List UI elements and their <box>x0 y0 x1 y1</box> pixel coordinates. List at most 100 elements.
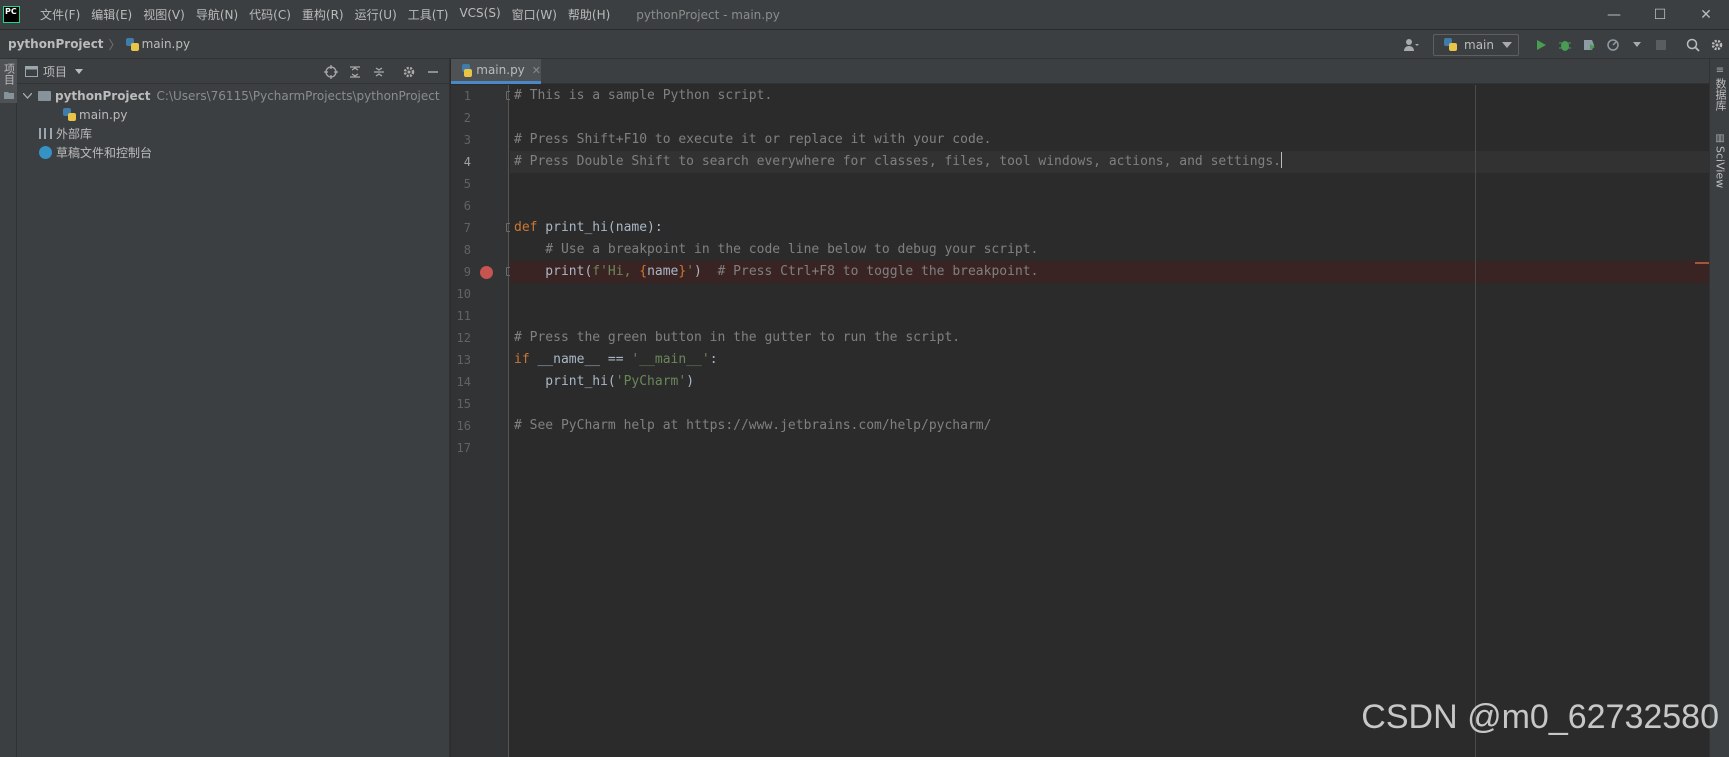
breadcrumb-file[interactable]: main.py <box>142 37 191 51</box>
tab-label: main.py <box>476 63 525 77</box>
project-tool-window-tab[interactable]: 项目 <box>0 59 17 103</box>
chevron-down-icon[interactable] <box>23 92 32 99</box>
tab-main-py[interactable]: main.py ✕ <box>451 59 541 84</box>
run-with-coverage-icon[interactable] <box>1577 33 1601 57</box>
string: 'PyCharm' <box>615 374 687 389</box>
editor-gutter[interactable]: 1 2 3 4 5 6 7 8 9 10 11 12 13 14 15 16 1… <box>451 85 515 757</box>
error-stripe-mark[interactable] <box>1695 262 1709 264</box>
python-file-icon <box>63 108 76 121</box>
menu-edit[interactable]: 编辑(E) <box>91 6 132 23</box>
menu-view[interactable]: 视图(V) <box>143 6 185 23</box>
database-tool-window-tab[interactable]: ≡ 数据库 <box>1710 59 1729 117</box>
code-line-4[interactable]: # Press Double Shift to search everywher… <box>510 151 1709 173</box>
sciview-tool-window-tab[interactable]: ▥ SciView <box>1710 127 1729 194</box>
code-editor[interactable]: # This is a sample Python script. # Pres… <box>510 85 1709 757</box>
breadcrumb-separator: 〉 <box>108 37 121 52</box>
tree-item-project-root[interactable]: pythonProject C:\Users\76115\PycharmProj… <box>17 86 449 105</box>
toolbar-right: main <box>1399 30 1729 59</box>
code-text: name <box>647 264 679 279</box>
code-line-8[interactable]: # Use a breakpoint in the code line belo… <box>510 239 1709 261</box>
breadcrumb-project[interactable]: pythonProject <box>8 37 104 51</box>
keyword: def <box>514 220 538 235</box>
keyword: if <box>514 352 530 367</box>
menu-run[interactable]: 运行(U) <box>355 6 397 23</box>
project-view-icon <box>25 65 38 77</box>
stop-icon[interactable] <box>1649 33 1673 57</box>
comment: # Press Double Shift to search everywher… <box>514 154 1282 169</box>
database-icon: ≡ <box>1715 65 1725 76</box>
code-line-16[interactable]: # See PyCharm help at https://www.jetbra… <box>510 415 1709 437</box>
more-run-options-icon[interactable] <box>1625 33 1649 57</box>
line-number: 15 <box>456 397 471 411</box>
fstring-brace: { <box>639 264 648 279</box>
code-line-1[interactable]: # This is a sample Python script. <box>510 85 1709 107</box>
line-number: 6 <box>463 199 471 213</box>
pycharm-logo-icon[interactable]: PC <box>3 6 20 23</box>
database-tab-label: 数据库 <box>1714 78 1727 111</box>
panel-settings-gear-icon[interactable] <box>397 60 421 84</box>
menu-vcs[interactable]: VCS(S) <box>459 6 500 23</box>
code-text: ) <box>686 374 695 389</box>
chevron-down-icon[interactable] <box>75 68 84 74</box>
watermark-text: CSDN @m0_62732580 <box>1361 698 1719 736</box>
menu-code[interactable]: 代码(C) <box>249 6 291 23</box>
breakpoint-icon[interactable] <box>480 266 493 279</box>
text-caret <box>1281 152 1283 168</box>
debug-icon[interactable] <box>1553 33 1577 57</box>
menu-tools[interactable]: 工具(T) <box>408 6 449 23</box>
profile-icon[interactable] <box>1601 33 1625 57</box>
line-number: 13 <box>456 353 471 367</box>
title-bar: PC 文件(F) 编辑(E) 视图(V) 导航(N) 代码(C) 重构(R) 运… <box>0 0 1729 29</box>
code-line-12[interactable]: # Press the green button in the gutter t… <box>510 327 1709 349</box>
line-number: 11 <box>456 309 471 323</box>
string: '__main__' <box>631 352 710 367</box>
code-text: print_hi( <box>514 374 616 389</box>
expand-all-icon[interactable] <box>343 60 367 84</box>
close-tab-icon[interactable]: ✕ <box>532 64 541 77</box>
tree-item-scratches[interactable]: 草稿文件和控制台 <box>17 143 449 162</box>
line-number-active: 4 <box>463 155 471 169</box>
locate-file-icon[interactable] <box>319 60 343 84</box>
run-configuration-select[interactable]: main <box>1433 33 1519 56</box>
code-line-14[interactable]: print_hi('PyCharm') <box>510 371 1709 393</box>
line-number: 3 <box>463 133 471 147</box>
menu-file[interactable]: 文件(F) <box>40 6 80 23</box>
maximize-button[interactable]: ☐ <box>1637 0 1683 29</box>
tree-item-main-py[interactable]: main.py <box>17 105 449 124</box>
hide-panel-icon[interactable] <box>421 60 445 84</box>
code-line-7[interactable]: def print_hi(name): <box>510 217 1709 239</box>
project-root-path: C:\Users\76115\PycharmProjects\pythonPro… <box>156 88 440 103</box>
menu-refactor[interactable]: 重构(R) <box>302 6 344 23</box>
python-icon <box>1444 38 1458 51</box>
tree-file-label: main.py <box>79 107 128 122</box>
comment: # Use a breakpoint in the code line belo… <box>514 242 1039 257</box>
project-panel-header: 项目 <box>17 59 449 84</box>
python-file-icon <box>125 37 139 51</box>
menu-help[interactable]: 帮助(H) <box>568 6 610 23</box>
code-line-13[interactable]: if __name__ == '__main__': <box>510 349 1709 371</box>
code-text: ) <box>694 264 718 279</box>
search-icon[interactable] <box>1681 33 1705 57</box>
user-account-icon[interactable] <box>1399 33 1423 57</box>
code-line-9[interactable]: print(f'Hi, {name}') # Press Ctrl+F8 to … <box>510 261 1709 283</box>
tree-item-external-libraries[interactable]: 外部库 <box>17 124 449 143</box>
line-number: 8 <box>463 243 471 257</box>
navigation-bar: pythonProject 〉 main.py main <box>0 29 1729 59</box>
code-line-3[interactable]: # Press Shift+F10 to execute it or repla… <box>510 129 1709 151</box>
project-panel-tools <box>319 59 445 84</box>
minimize-button[interactable]: — <box>1591 0 1637 29</box>
run-icon[interactable] <box>1529 33 1553 57</box>
menu-navigate[interactable]: 导航(N) <box>196 6 238 23</box>
scratches-console-icon <box>39 146 52 159</box>
comment: # This is a sample Python script. <box>514 88 773 103</box>
menu-window[interactable]: 窗口(W) <box>512 6 557 23</box>
folder-icon <box>3 92 14 99</box>
project-panel-title[interactable]: 项目 <box>43 63 67 80</box>
right-tool-stripe: ≡ 数据库 ▥ SciView <box>1709 59 1729 757</box>
right-margin-guide <box>1475 85 1476 757</box>
settings-gear-icon[interactable] <box>1705 33 1729 57</box>
code-text: print( <box>514 264 593 279</box>
close-window-button[interactable]: ✕ <box>1683 0 1729 29</box>
line-number: 17 <box>456 441 471 455</box>
collapse-all-icon[interactable] <box>367 60 391 84</box>
